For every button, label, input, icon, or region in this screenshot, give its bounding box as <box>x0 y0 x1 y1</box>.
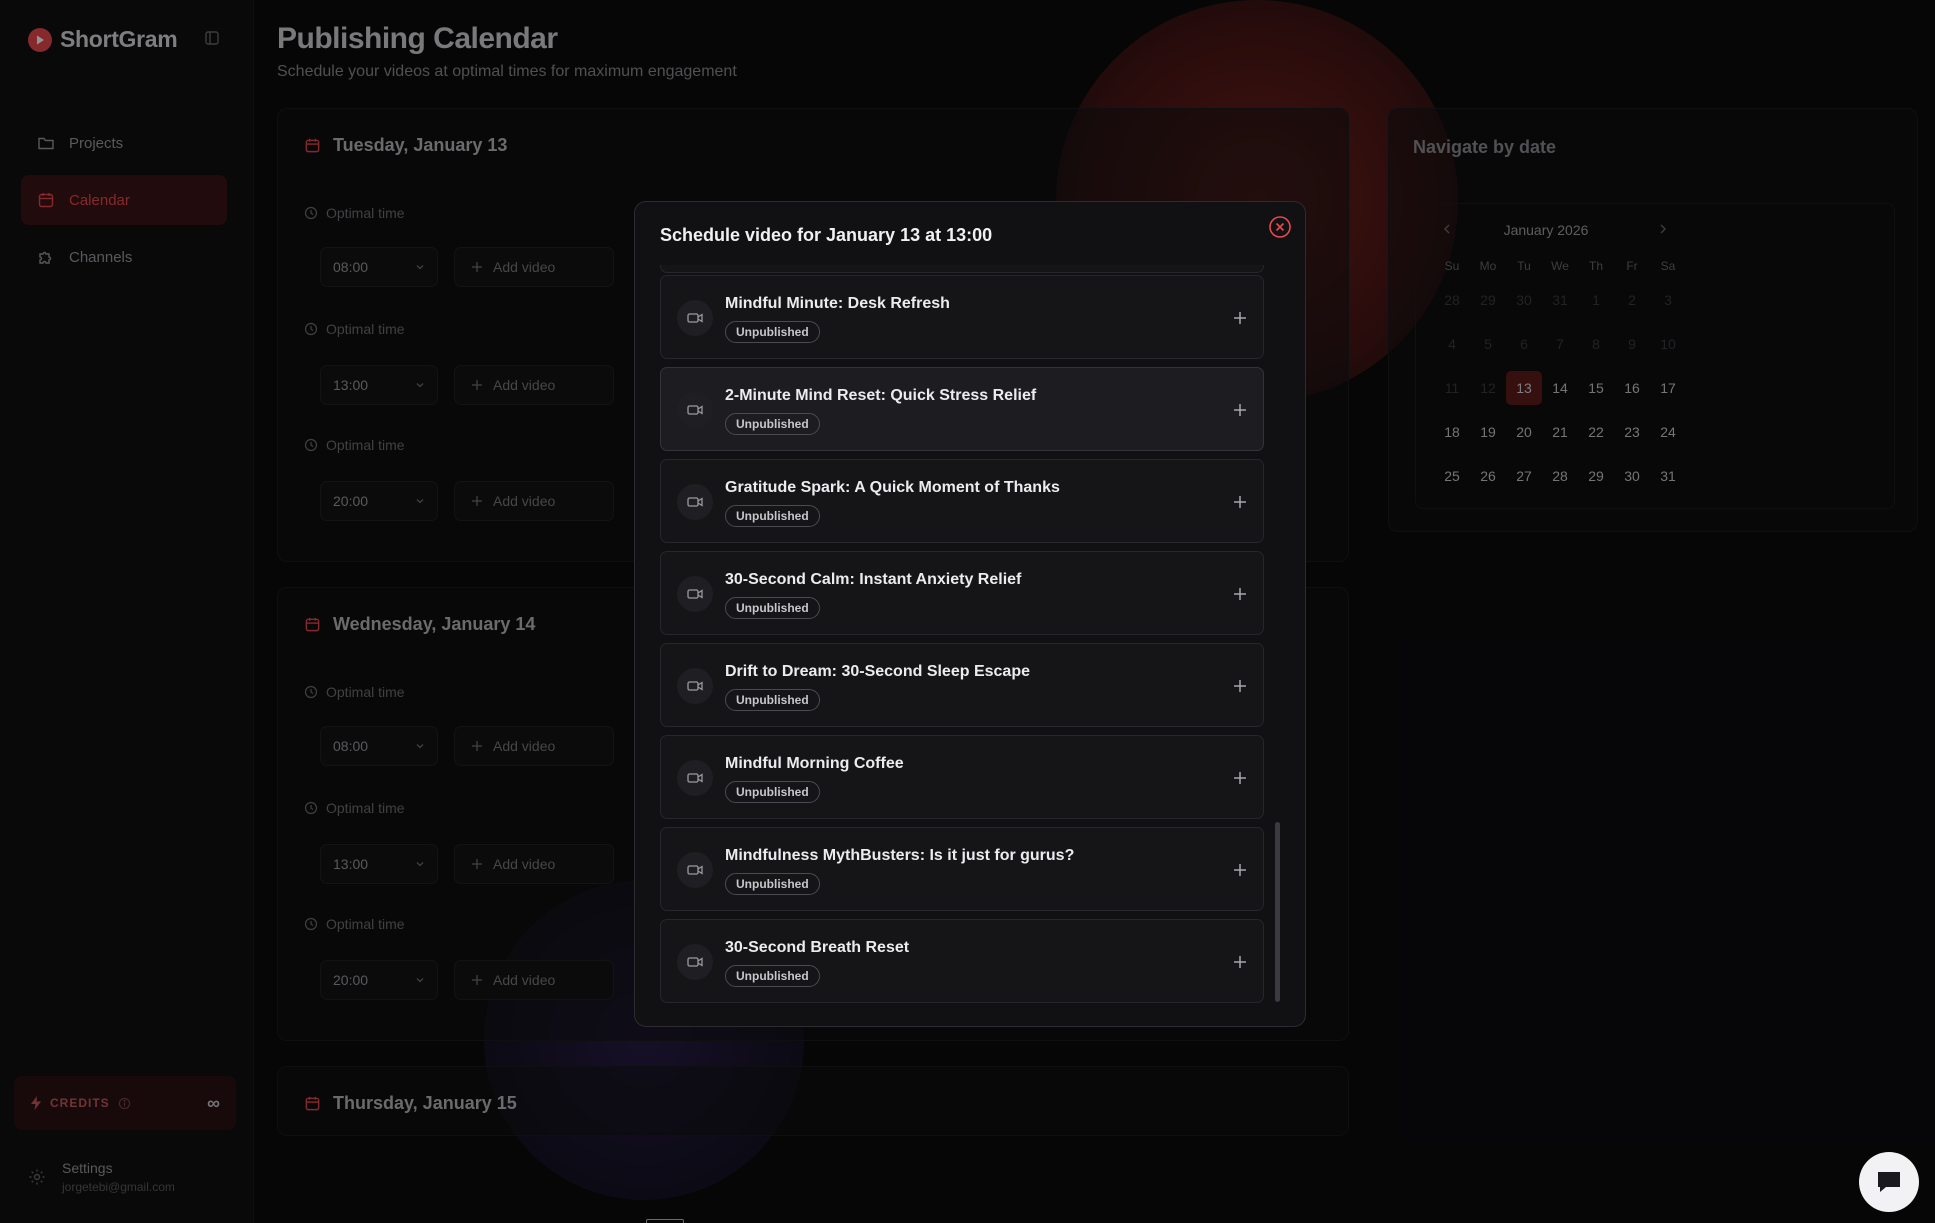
video-camera-icon <box>677 668 713 704</box>
video-title: Drift to Dream: 30-Second Sleep Escape <box>725 663 1030 680</box>
video-camera-icon <box>677 300 713 336</box>
list-item[interactable]: 30-Second Calm: Instant Anxiety Relief Un… <box>660 551 1264 635</box>
plus-icon[interactable] <box>1233 495 1247 509</box>
video-camera-icon <box>677 852 713 888</box>
plus-icon[interactable] <box>1233 955 1247 969</box>
status-badge: Unpublished <box>725 505 820 527</box>
video-camera-icon <box>677 944 713 980</box>
plus-icon[interactable] <box>1233 311 1247 325</box>
close-icon[interactable] <box>1268 215 1292 239</box>
status-badge: Unpublished <box>725 689 820 711</box>
video-title: Mindfulness MythBusters: Is it just for … <box>725 847 1075 864</box>
list-item[interactable]: Mindful Minute: Desk Refresh Unpublished <box>660 275 1264 359</box>
list-item[interactable]: 2-Minute Mind Reset: Quick Stress Relief… <box>660 367 1264 451</box>
list-item[interactable]: Gratitude Spark: A Quick Moment of Thank… <box>660 459 1264 543</box>
video-title: Gratitude Spark: A Quick Moment of Thank… <box>725 479 1060 496</box>
list-item-partial[interactable] <box>660 265 1264 273</box>
chat-button[interactable] <box>1859 1152 1919 1212</box>
plus-icon[interactable] <box>1233 587 1247 601</box>
schedule-video-modal: Schedule video for January 13 at 13:00 M… <box>634 201 1306 1027</box>
list-item[interactable]: 30-Second Breath Reset Unpublished <box>660 919 1264 1003</box>
video-title: Mindful Minute: Desk Refresh <box>725 295 950 312</box>
status-badge: Unpublished <box>725 873 820 895</box>
status-badge: Unpublished <box>725 413 820 435</box>
scroll-handle[interactable] <box>646 1219 684 1223</box>
video-camera-icon <box>677 760 713 796</box>
modal-title: Schedule video for January 13 at 13:00 <box>660 225 993 245</box>
video-title: 30-Second Calm: Instant Anxiety Relief <box>725 571 1022 588</box>
video-camera-icon <box>677 576 713 612</box>
chat-icon <box>1878 1172 1900 1192</box>
video-camera-icon <box>677 484 713 520</box>
list-item[interactable]: Mindfulness MythBusters: Is it just for … <box>660 827 1264 911</box>
list-item[interactable]: Drift to Dream: 30-Second Sleep Escape Un… <box>660 643 1264 727</box>
video-title: 2-Minute Mind Reset: Quick Stress Relief <box>725 387 1037 404</box>
plus-icon[interactable] <box>1233 403 1247 417</box>
list-item[interactable]: Mindful Morning Coffee Unpublished <box>660 735 1264 819</box>
status-badge: Unpublished <box>725 965 820 987</box>
video-list: Mindful Minute: Desk Refresh Unpublished 2… <box>660 265 1264 1010</box>
status-badge: Unpublished <box>725 781 820 803</box>
video-title: Mindful Morning Coffee <box>725 755 904 772</box>
scrollbar[interactable] <box>1275 822 1280 1002</box>
plus-icon[interactable] <box>1233 863 1247 877</box>
status-badge: Unpublished <box>725 597 820 619</box>
plus-icon[interactable] <box>1233 771 1247 785</box>
video-title: 30-Second Breath Reset <box>725 939 910 956</box>
video-camera-icon <box>677 392 713 428</box>
status-badge: Unpublished <box>725 321 820 343</box>
plus-icon[interactable] <box>1233 679 1247 693</box>
